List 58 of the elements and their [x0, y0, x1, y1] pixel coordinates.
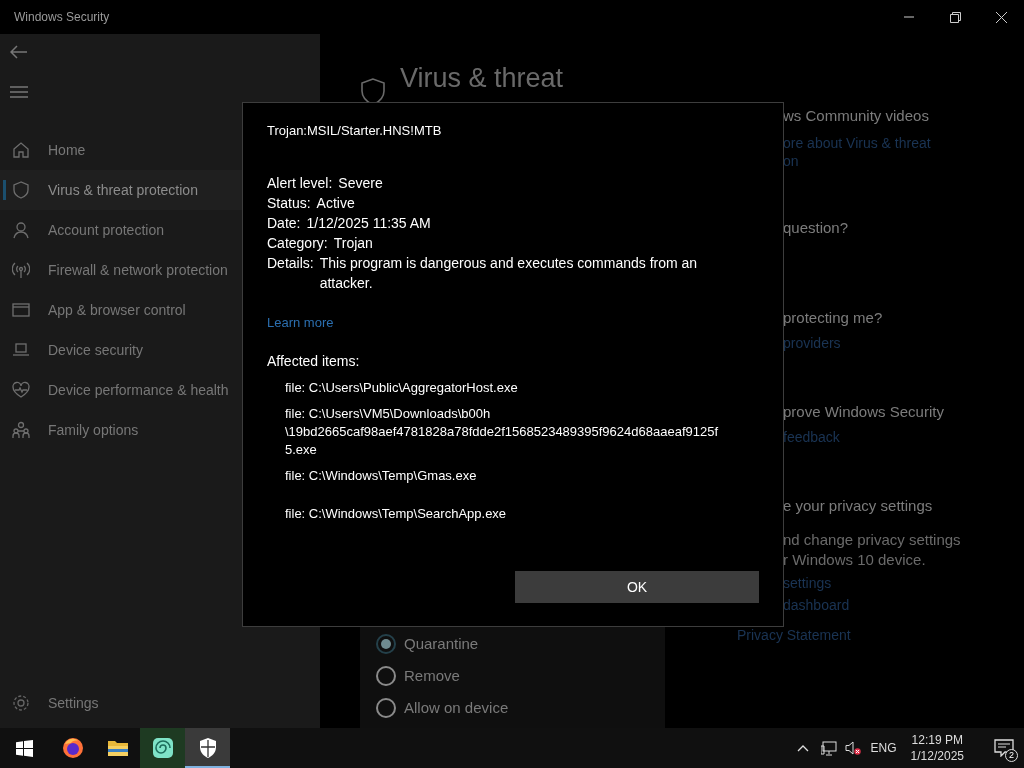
language-indicator[interactable]: ENG [870, 739, 897, 757]
body-text: r Windows 10 device. [783, 550, 926, 570]
window-title: Windows Security [13, 9, 110, 26]
learn-more-link[interactable]: Learn more [267, 313, 334, 333]
affected-items-heading: Affected items: [267, 352, 361, 371]
back-arrow-icon [10, 45, 28, 59]
settings-icon [12, 694, 30, 712]
windows-logo-icon [15, 739, 33, 757]
notifications-button[interactable]: 2 [984, 728, 1024, 768]
section-heading: prove Windows Security [783, 402, 944, 422]
notification-icon [994, 739, 1014, 757]
field-label: Details: [267, 254, 314, 273]
threat-name: Trojan:MSIL/Starter.HNS!MTB [267, 122, 443, 140]
body-text: nd change privacy settings [783, 530, 961, 550]
laptop-icon [12, 341, 30, 359]
chevron-up-icon[interactable] [796, 744, 809, 752]
field-label: Status: [267, 194, 311, 213]
section-heading: question? [783, 218, 849, 238]
field-label: Date: [267, 214, 301, 233]
restore-icon [949, 11, 961, 23]
taskbar-app[interactable] [185, 728, 230, 768]
close-icon [995, 11, 1007, 23]
radio-option[interactable]: Allow on device [376, 696, 665, 720]
section-heading: ws Community videos [783, 106, 929, 126]
home-icon [12, 141, 30, 159]
field-value: Severe [338, 174, 384, 193]
page-heading: Virus & threat [400, 62, 564, 95]
field-value: This program is dangerous and executes commands from an attacker. [319, 254, 699, 293]
ok-button[interactable]: OK [515, 571, 759, 603]
settings-nav-item[interactable]: Settings [0, 688, 320, 718]
section-heading: protecting me? [783, 308, 883, 328]
field-label: Category: [267, 234, 328, 253]
affected-file-path: file: C:\Users\VM5\Downloads\b00h \19bd2665caf98aef4781828a78fdde2f1568523489395f9624d68aaeaf9125f 5.exe [285, 405, 720, 459]
radio-option[interactable]: Quarantine [376, 632, 665, 656]
person-icon [12, 221, 30, 239]
shield-icon [12, 181, 30, 199]
affected-file-path: file: C:\Windows\Temp\SearchApp.exe [285, 505, 508, 523]
window-icon [12, 301, 30, 319]
affected-file-path: file: C:\Windows\Temp\Gmas.exe [285, 467, 478, 485]
heart-icon [12, 381, 30, 399]
antenna-icon [12, 261, 30, 279]
field-value: Trojan [333, 234, 374, 253]
affected-file-path: file: C:\Users\Public\AggregatorHost.exe [285, 379, 519, 397]
radio-option[interactable]: Remove [376, 664, 665, 688]
menu-icon [10, 86, 28, 98]
volume-muted-icon[interactable] [844, 741, 861, 755]
family-icon [12, 421, 30, 439]
field-value: 1/12/2025 11:35 AM [306, 214, 432, 233]
radio-button[interactable] [376, 634, 396, 654]
spiral-icon [150, 736, 175, 760]
taskbar-app[interactable] [140, 728, 185, 768]
menu-button[interactable] [10, 84, 30, 100]
network-icon[interactable] [820, 740, 837, 756]
radio-button[interactable] [376, 698, 396, 718]
clock[interactable]: 12:19 PM 1/12/2025 [910, 732, 964, 764]
firefox-icon [60, 736, 85, 760]
radio-button[interactable] [376, 666, 396, 686]
section-heading: e your privacy settings [783, 496, 933, 516]
